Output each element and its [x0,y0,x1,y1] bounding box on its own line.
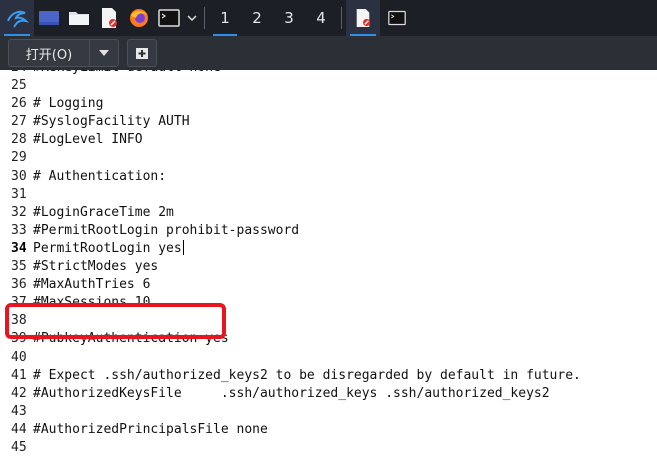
line-number: 34 [11,240,27,256]
desktop-icon [39,11,59,25]
line-number: 41 [11,367,27,383]
workspace-label: 1 [220,9,230,27]
text-editor-area[interactable]: 24#RekeyLimit default none2526# Logging2… [0,70,657,461]
file-manager-button[interactable] [64,0,94,36]
launcher-dropdown[interactable] [184,0,200,36]
editor-line[interactable]: 28 #LogLevel INFO [0,131,581,149]
line-number: 43 [11,403,27,419]
editor-line[interactable]: 34 PermitRootLogin yes [0,239,581,258]
line-number: 25 [11,78,27,94]
line-text: #StrictModes yes [33,259,159,275]
line-text: #PermitRootLogin prohibit-password [33,222,300,238]
text-editor-icon [102,8,117,28]
line-number: 42 [11,385,27,401]
line-number: 30 [11,168,27,184]
editor-line[interactable]: 27 #SyslogFacility AUTH [0,113,581,131]
editor-toolbar: 打开(O) [0,36,657,70]
workspace-3[interactable]: 3 [273,0,305,36]
firefox-button[interactable] [124,0,154,36]
annotation-highlight-box [5,303,226,339]
editor-line[interactable]: 43 [0,403,581,421]
line-text: # Logging [33,96,104,112]
line-number: 35 [11,259,27,275]
open-button[interactable]: 打开(O) [9,40,90,66]
line-text: PermitRootLogin yes [33,240,182,256]
line-number: 40 [11,349,27,365]
line-number: 29 [11,150,27,166]
text-editor-icon [356,9,371,27]
caret-down-icon [99,50,109,56]
terminal-launcher-button[interactable] [154,0,184,36]
workspace-label: 3 [284,9,294,27]
firefox-icon [130,9,148,27]
line-text: #AuthorizedKeysFile .ssh/authorized_keys… [33,385,550,401]
folder-icon [69,12,89,25]
kali-dragon-icon [7,10,29,28]
editor-lines: 24#RekeyLimit default none2526# Logging2… [0,70,581,457]
line-number: 28 [11,132,27,148]
line-text: #SyslogFacility AUTH [33,114,190,130]
line-number: 45 [11,439,27,455]
taskbar: 1 2 3 4 [0,0,657,36]
chevron-down-icon [187,15,197,22]
line-number: 24 [0,70,33,77]
editor-line[interactable]: 29 [0,149,581,167]
editor-line[interactable]: 35 #StrictModes yes [0,258,581,276]
terminal-icon [158,9,180,27]
editor-line[interactable]: 45 [0,439,581,457]
line-number: 31 [11,186,27,202]
line-number: 27 [11,114,27,130]
line-text: #LoginGraceTime 2m [33,204,174,220]
editor-line[interactable]: 33 #PermitRootLogin prohibit-password [0,222,581,240]
line-text: #AuthorizedPrincipalsFile none [33,421,268,437]
editor-line[interactable]: 24#RekeyLimit default none [0,70,581,77]
line-number: 36 [11,277,27,293]
task-text-editor[interactable] [346,0,380,36]
line-number: 32 [11,204,27,220]
editor-line[interactable]: 26 # Logging [0,95,581,113]
terminal-icon [388,10,406,26]
open-button-group: 打开(O) [8,39,119,67]
editor-line[interactable]: 31 [0,186,581,204]
editor-line[interactable]: 36 #MaxAuthTries 6 [0,276,581,294]
workspace-4[interactable]: 4 [305,0,337,36]
editor-line[interactable]: 30 # Authentication: [0,168,581,186]
line-text: #MaxAuthTries 6 [33,277,151,293]
line-text: #RekeyLimit default none [33,70,221,77]
line-text: #LogLevel INFO [33,132,143,148]
document-add-icon [136,48,148,59]
editor-line[interactable]: 44 #AuthorizedPrincipalsFile none [0,421,581,439]
editor-line[interactable]: 40 [0,349,581,367]
editor-line[interactable]: 32 #LoginGraceTime 2m [0,204,581,222]
editor-line[interactable]: 25 [0,77,581,95]
text-cursor [182,239,184,255]
taskbar-separator [204,7,205,29]
line-text: # Authentication: [33,168,167,184]
text-editor-button[interactable] [94,0,124,36]
editor-line[interactable]: 41 # Expect .ssh/authorized_keys2 to be d… [0,367,581,385]
workspace-2[interactable]: 2 [241,0,273,36]
show-desktop-button[interactable] [34,0,64,36]
task-terminal[interactable] [380,0,414,36]
line-number: 26 [11,96,27,112]
taskbar-separator [341,7,342,29]
editor-line[interactable]: 42 #AuthorizedKeysFile .ssh/authorized_ke… [0,385,581,403]
kali-menu-button[interactable] [0,0,34,36]
line-text: # Expect .ssh/authorized_keys2 to be dis… [33,367,581,383]
workspace-label: 2 [252,9,262,27]
workspace-label: 4 [316,9,326,27]
open-dropdown-button[interactable] [90,40,118,66]
workspace-1[interactable]: 1 [209,0,241,36]
line-number: 44 [11,421,27,437]
new-tab-button[interactable] [127,39,157,67]
line-number: 33 [11,222,27,238]
